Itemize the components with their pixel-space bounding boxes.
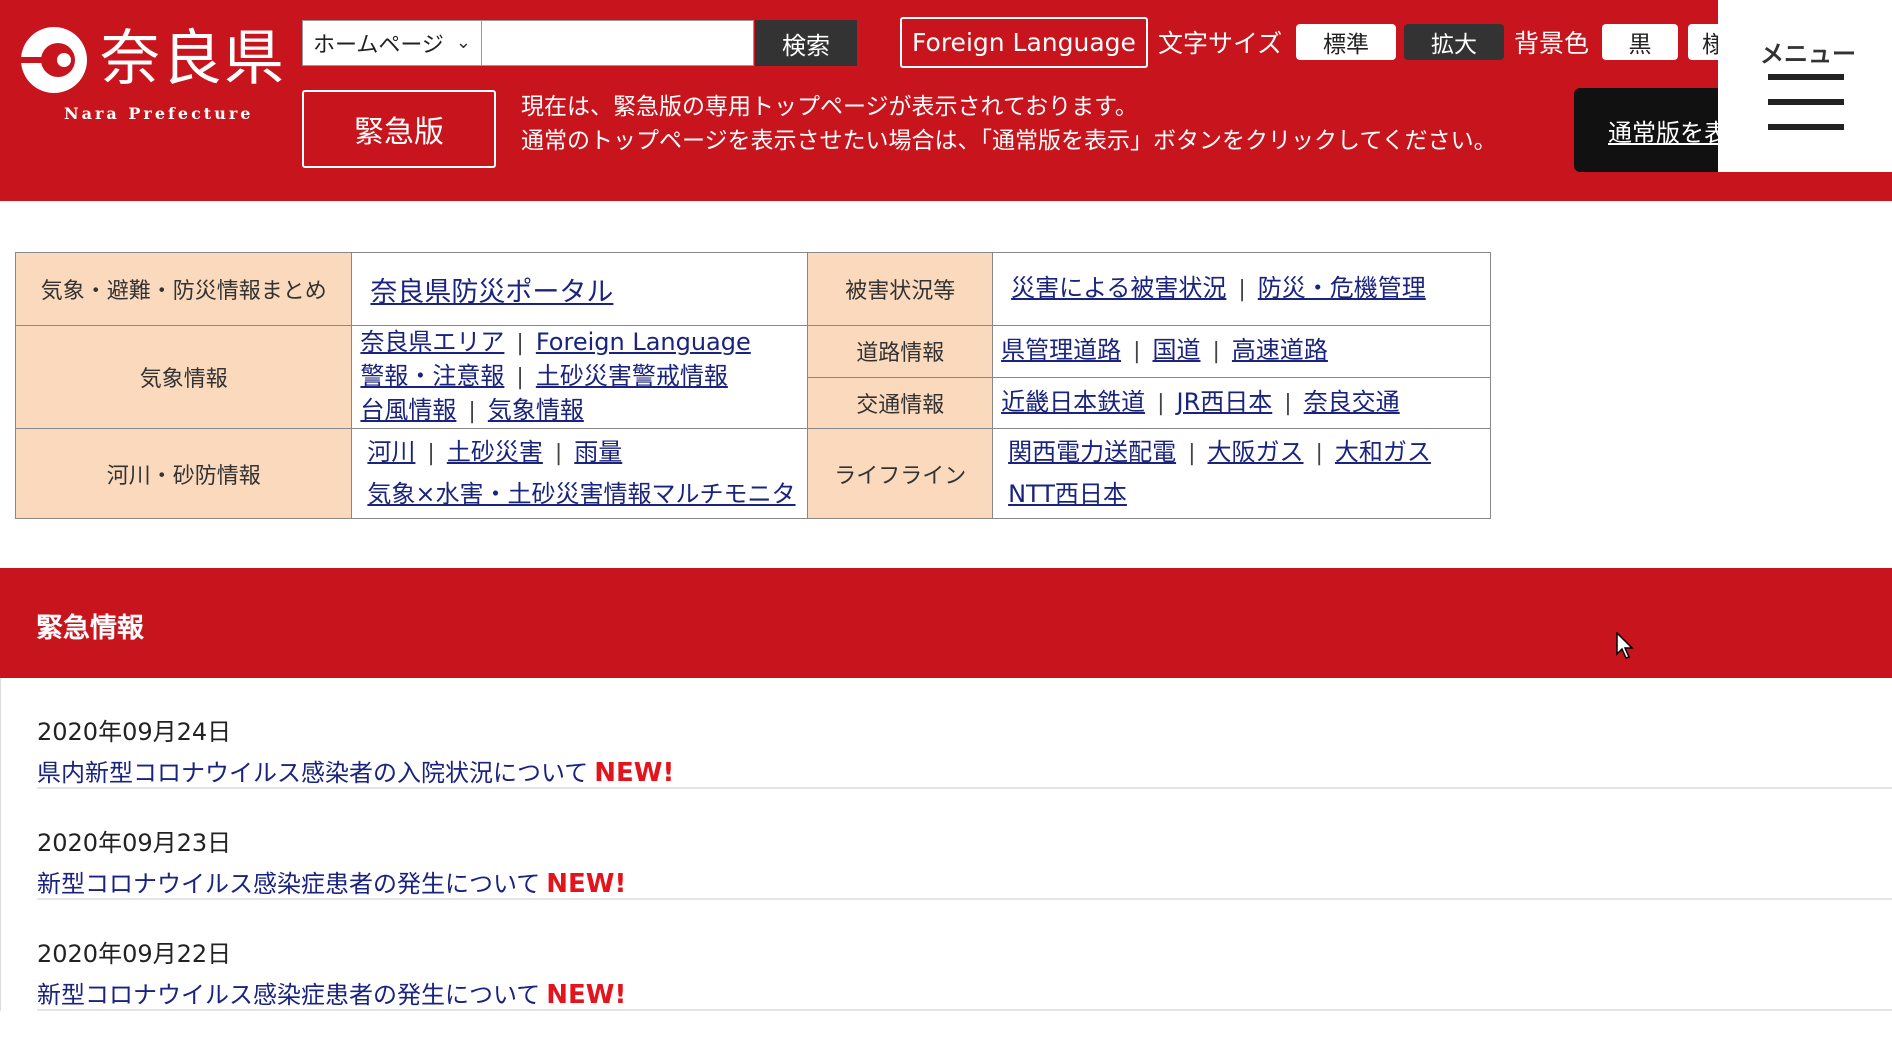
crisis-management-link[interactable]: 防災・危機管理 xyxy=(1258,274,1426,302)
logo-name: 奈良県 xyxy=(100,24,286,94)
nara-area-link[interactable]: 奈良県エリア xyxy=(360,328,504,356)
bousai-portal-link[interactable]: 奈良県防災ポータル xyxy=(370,277,613,308)
new-badge: NEW! xyxy=(546,869,627,899)
emergency-version-button[interactable]: 緊急版 xyxy=(302,90,496,168)
news-date: 2020年09月24日 xyxy=(37,718,232,746)
kintetsu-link[interactable]: 近畿日本鉄道 xyxy=(1001,388,1145,416)
new-badge: NEW! xyxy=(594,758,675,788)
ntt-west-link[interactable]: NTT西日本 xyxy=(1008,480,1127,508)
disaster-info-table: 気象・避難・防災情報まとめ 奈良県防災ポータル 被害状況等 災害による被害状況 |… xyxy=(14,252,1491,519)
expressway-link[interactable]: 高速道路 xyxy=(1232,336,1328,364)
search-scope-value: ホームページ xyxy=(313,33,444,58)
logo-roman: Nara Prefecture xyxy=(64,104,254,123)
menu-button[interactable]: メニュー xyxy=(1718,0,1892,172)
emergency-info-title: 緊急情報 xyxy=(36,613,144,644)
damage-status-link[interactable]: 災害による被害状況 xyxy=(1011,274,1226,302)
separator: | xyxy=(1238,277,1246,302)
separator: | xyxy=(468,399,476,424)
foreign-language-button[interactable]: Foreign Language xyxy=(900,17,1148,68)
table-category: 道路情報 xyxy=(807,325,994,378)
weather-foreign-language-link[interactable]: Foreign Language xyxy=(536,328,751,356)
separator: | xyxy=(1284,390,1292,416)
search-input[interactable] xyxy=(482,20,754,66)
table-links: 奈良県エリア | Foreign Language 警報・注意報 | 土砂災害警戒情報 … xyxy=(351,325,809,429)
typhoon-info-link[interactable]: 台風情報 xyxy=(360,396,456,424)
table-category: 河川・砂防情報 xyxy=(14,428,353,519)
news-link[interactable]: 新型コロナウイルス感染症患者の発生について NEW! xyxy=(37,864,626,899)
separator: | xyxy=(1212,339,1220,365)
landslide-link[interactable]: 土砂災害 xyxy=(447,438,543,466)
list-item: 2020年09月24日 県内新型コロナウイルス感染者の入院状況について NEW! xyxy=(37,678,1892,789)
news-date: 2020年09月22日 xyxy=(37,940,232,968)
separator: | xyxy=(1133,339,1141,365)
table-links: 河川 | 土砂災害 | 雨量 気象×水害・土砂災害情報マルチモニタ xyxy=(351,428,809,519)
table-category: ライフライン xyxy=(807,428,994,519)
site-logo[interactable]: 奈良県 Nara Prefecture xyxy=(16,20,284,123)
news-date: 2020年09月23日 xyxy=(37,829,232,857)
emergency-notice-line: 通常のトップページを表示させたい場合は、「通常版を表示」ボタンをクリックしてくだ… xyxy=(521,128,1497,154)
menu-label: メニュー xyxy=(1760,40,1856,68)
font-size-standard-button[interactable]: 標準 xyxy=(1296,24,1396,60)
separator: | xyxy=(1157,390,1165,416)
table-category: 気象・避難・防災情報まとめ xyxy=(14,252,353,326)
table-category: 被害状況等 xyxy=(807,252,994,326)
search-button[interactable]: 検索 xyxy=(755,20,857,66)
background-color-label: 背景色 xyxy=(1514,29,1590,58)
nara-emblem-icon xyxy=(18,27,87,93)
mouse-cursor-icon xyxy=(1616,632,1634,659)
font-size-large-button[interactable]: 拡大 xyxy=(1404,24,1504,60)
yamato-gas-link[interactable]: 大和ガス xyxy=(1335,438,1431,466)
table-links: 県管理道路 | 国道 | 高速道路 xyxy=(992,325,1491,378)
news-title[interactable]: 新型コロナウイルス感染症患者の発生について xyxy=(37,870,540,898)
chevron-down-icon: ⌄ xyxy=(455,32,471,53)
rainfall-link[interactable]: 雨量 xyxy=(574,438,622,466)
separator: | xyxy=(1188,440,1196,466)
list-item: 2020年09月23日 新型コロナウイルス感染症患者の発生について NEW! xyxy=(37,789,1892,900)
list-item: 2020年09月22日 新型コロナウイルス感染症患者の発生について NEW! xyxy=(37,900,1892,1011)
news-link[interactable]: 新型コロナウイルス感染症患者の発生について NEW! xyxy=(37,975,626,1010)
nara-kotsu-link[interactable]: 奈良交通 xyxy=(1304,388,1400,416)
kansai-electric-link[interactable]: 関西電力送配電 xyxy=(1008,438,1176,466)
national-road-link[interactable]: 国道 xyxy=(1153,336,1201,364)
table-links: 近畿日本鉄道 | JR西日本 | 奈良交通 xyxy=(992,376,1491,429)
warnings-link[interactable]: 警報・注意報 xyxy=(360,362,504,390)
site-header: 奈良県 Nara Prefecture ホームページ ⌄ 検索 Foreign … xyxy=(0,0,1892,201)
jr-west-link[interactable]: JR西日本 xyxy=(1177,388,1273,416)
news-title[interactable]: 新型コロナウイルス感染症患者の発生について xyxy=(37,981,540,1009)
prefectural-road-link[interactable]: 県管理道路 xyxy=(1001,336,1121,364)
separator: | xyxy=(516,331,524,356)
table-category: 気象情報 xyxy=(14,325,353,429)
landslide-alert-link[interactable]: 土砂災害警戒情報 xyxy=(536,362,728,390)
separator: | xyxy=(427,440,435,466)
emergency-notice-line: 現在は、緊急版の専用トップページが表示されております。 xyxy=(521,94,1138,120)
font-size-label: 文字サイズ xyxy=(1158,29,1283,58)
table-links: 災害による被害状況 | 防災・危機管理 xyxy=(992,252,1491,326)
table-links: 奈良県防災ポータル xyxy=(351,252,809,326)
osaka-gas-link[interactable]: 大阪ガス xyxy=(1208,438,1304,466)
background-black-button[interactable]: 黒 xyxy=(1602,24,1678,60)
separator: | xyxy=(516,365,524,390)
river-link[interactable]: 河川 xyxy=(367,438,415,466)
table-category: 交通情報 xyxy=(807,376,994,429)
news-title[interactable]: 県内新型コロナウイルス感染者の入院状況について xyxy=(37,759,588,787)
table-row: 気象・避難・防災情報まとめ 奈良県防災ポータル 被害状況等 災害による被害状況 |… xyxy=(14,252,1491,326)
emergency-news-list: 2020年09月24日 県内新型コロナウイルス感染者の入院状況について NEW! … xyxy=(0,678,1892,1011)
emergency-info-header: 緊急情報 xyxy=(0,568,1892,678)
table-row: 河川・砂防情報 河川 | 土砂災害 | 雨量 気象×水害・土砂災害情報マルチモニタ ライ… xyxy=(14,428,1491,519)
table-row: 気象情報 奈良県エリア | Foreign Language 警報・注意報 | 土砂災害… xyxy=(14,325,1491,429)
separator: | xyxy=(1315,440,1323,466)
separator: | xyxy=(554,440,563,466)
multi-monitor-link[interactable]: 気象×水害・土砂災害情報マルチモニタ xyxy=(367,480,795,508)
new-badge: NEW! xyxy=(546,980,627,1010)
table-links: 関西電力送配電 | 大阪ガス | 大和ガス NTT西日本 xyxy=(992,428,1491,519)
emergency-notice: 現在は、緊急版の専用トップページが表示されております。 通常のトップページを表示… xyxy=(521,90,1497,158)
search-scope-select[interactable]: ホームページ ⌄ xyxy=(302,20,482,66)
weather-info-link[interactable]: 気象情報 xyxy=(488,396,584,424)
news-link[interactable]: 県内新型コロナウイルス感染者の入院状況について NEW! xyxy=(37,753,674,788)
